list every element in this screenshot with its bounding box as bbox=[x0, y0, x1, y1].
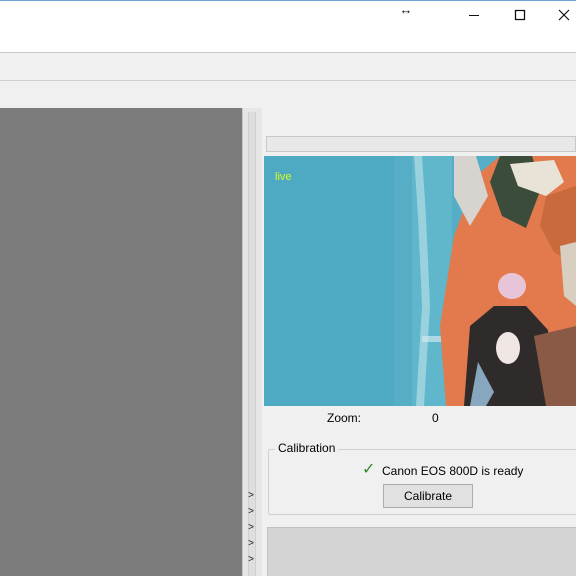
progress-bar bbox=[266, 136, 576, 152]
chevron-right-icon[interactable]: > bbox=[245, 538, 257, 550]
chevron-right-icon[interactable]: > bbox=[245, 522, 257, 534]
camera-status: Canon EOS 800D is ready bbox=[382, 464, 524, 478]
live-indicator: live bbox=[275, 171, 292, 183]
close-icon bbox=[558, 9, 570, 21]
close-button[interactable] bbox=[546, 0, 576, 30]
zoom-label: Zoom: bbox=[327, 411, 362, 425]
toolbar bbox=[0, 53, 576, 80]
zoom-value: 0 bbox=[432, 411, 439, 425]
maximize-icon bbox=[514, 9, 526, 21]
check-icon: ✓ bbox=[362, 461, 376, 478]
calibrate-button[interactable]: Calibrate bbox=[383, 484, 473, 508]
chevron-right-icon[interactable]: > bbox=[245, 554, 257, 566]
chevron-right-icon[interactable]: > bbox=[245, 506, 257, 518]
maximize-button[interactable] bbox=[500, 0, 540, 30]
toolbar-divider bbox=[0, 80, 576, 81]
live-view-image bbox=[264, 156, 576, 406]
log-panel bbox=[267, 527, 576, 576]
resize-icon: ↔ bbox=[399, 2, 413, 17]
chevron-right-icon[interactable]: > bbox=[245, 490, 257, 502]
minimize-button[interactable] bbox=[454, 0, 494, 30]
live-view[interactable]: live bbox=[264, 156, 576, 406]
calibration-legend: Calibration bbox=[275, 441, 339, 455]
minimize-icon bbox=[469, 15, 479, 16]
left-panel[interactable] bbox=[0, 108, 242, 576]
